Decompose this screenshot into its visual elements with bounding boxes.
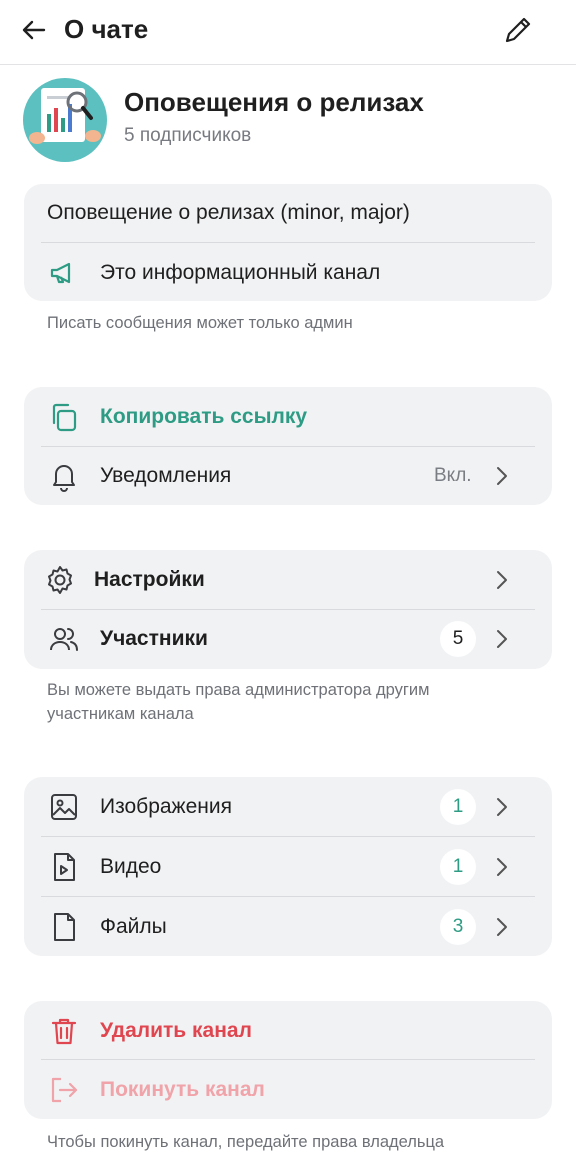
members-count-badge: 5 (440, 621, 476, 657)
images-count-badge: 1 (440, 789, 476, 825)
channel-type-label: Это информационный канал (100, 261, 381, 284)
files-count-badge: 3 (440, 909, 476, 945)
media-card: Изображения 1 Видео 1 Файлы 3 (24, 777, 552, 956)
channel-name: Оповещения о релизах (124, 87, 424, 117)
subscriber-count: 5 подписчиков (124, 125, 252, 146)
channel-avatar[interactable] (23, 78, 107, 162)
bell-icon (53, 465, 75, 492)
megaphone-icon (50, 262, 71, 284)
chevron-right-icon (497, 918, 507, 936)
app-header: О чате (0, 0, 576, 65)
page-title: О чате (64, 14, 149, 44)
leave-channel-label: Покинуть канал (100, 1078, 265, 1101)
gear-icon (48, 566, 72, 594)
channel-info-card: Оповещение о релизах (minor, major) Это … (24, 184, 552, 301)
exit-icon (51, 1077, 78, 1103)
notifications-status: Вкл. (434, 465, 472, 486)
trash-icon (51, 1018, 77, 1045)
write-permission-note: Писать сообщения может только админ (47, 314, 353, 332)
images-row[interactable]: Изображения 1 (24, 777, 552, 837)
admin-rights-note-line2: участникам канала (47, 705, 194, 723)
leave-channel-note: Чтобы покинуть канал, передайте права вл… (47, 1133, 445, 1151)
admin-rights-note-line1: Вы можете выдать права администратора др… (47, 681, 430, 699)
avatar-illustration-icon (29, 88, 101, 144)
file-icon (54, 913, 75, 941)
edit-pencil-icon[interactable] (500, 12, 536, 48)
leave-channel-button[interactable]: Покинуть канал (24, 1060, 552, 1120)
danger-card: Удалить канал Покинуть канал (24, 1001, 552, 1119)
files-row[interactable]: Файлы 3 (24, 897, 552, 957)
chevron-right-icon (497, 571, 507, 589)
copy-icon (52, 403, 77, 432)
video-count-badge: 1 (440, 849, 476, 885)
notifications-label: Уведомления (100, 464, 232, 487)
settings-label: Настройки (94, 568, 205, 591)
delete-channel-label: Удалить канал (100, 1019, 252, 1042)
video-label: Видео (100, 855, 162, 878)
video-file-icon (54, 853, 75, 881)
chevron-right-icon (497, 630, 507, 648)
chevron-right-icon (497, 467, 507, 485)
chevron-right-icon (497, 858, 507, 876)
copy-link-label: Копировать ссылку (100, 405, 308, 428)
chevron-right-icon (497, 798, 507, 816)
delete-channel-button[interactable]: Удалить канал (24, 1001, 552, 1061)
settings-row[interactable]: Настройки (24, 550, 552, 610)
image-icon (51, 794, 77, 820)
users-icon (50, 628, 78, 651)
channel-description: Оповещение о релизах (minor, major) (47, 201, 410, 224)
members-row[interactable]: Участники 5 (24, 609, 552, 669)
back-arrow-icon[interactable] (18, 14, 50, 46)
actions-card: Копировать ссылку Уведомления Вкл. (24, 387, 552, 505)
images-label: Изображения (100, 795, 232, 818)
files-label: Файлы (100, 915, 167, 938)
management-card: Настройки Участники 5 (24, 550, 552, 669)
channel-description-row: Оповещение о релизах (minor, major) (24, 184, 552, 244)
channel-type-row: Это информационный канал (24, 243, 552, 303)
copy-link-button[interactable]: Копировать ссылку (24, 387, 552, 447)
video-row[interactable]: Видео 1 (24, 837, 552, 897)
notifications-row[interactable]: Уведомления Вкл. (24, 446, 552, 506)
members-label: Участники (100, 627, 208, 650)
